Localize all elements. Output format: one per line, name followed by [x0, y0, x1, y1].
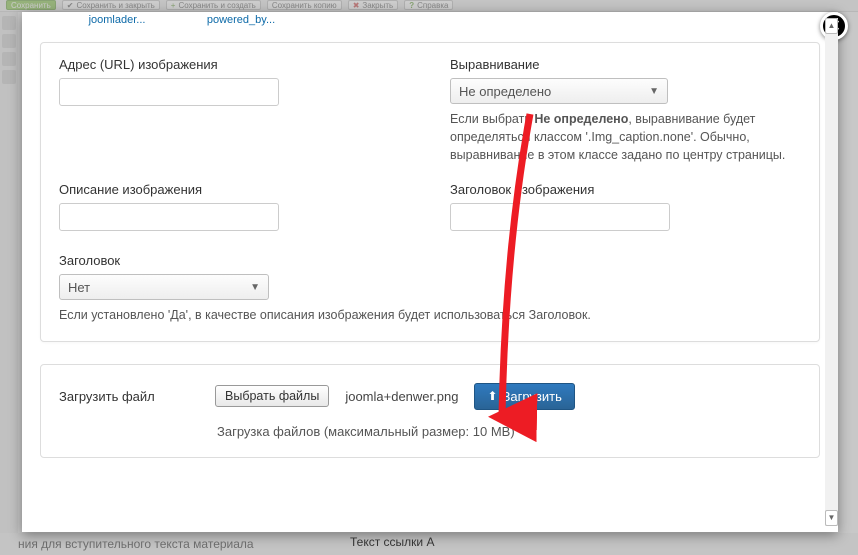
- thumbnail-item[interactable]: joomlader...: [66, 14, 168, 26]
- title-label: Заголовок изображения: [450, 182, 801, 197]
- url-label: Адрес (URL) изображения: [59, 57, 410, 72]
- url-input[interactable]: [59, 78, 279, 106]
- description-input[interactable]: [59, 203, 279, 231]
- align-help-text: Если выбрать Не определено, выравнивание…: [450, 110, 801, 164]
- upload-icon: ⬆: [487, 389, 497, 403]
- image-manager-modal: ✕ ▲ ▼ joomlader... powered_by... Адрес (…: [22, 12, 838, 532]
- image-properties-panel: Адрес (URL) изображения Выравнивание Не …: [40, 42, 820, 342]
- heading-help-text: Если установлено 'Да', в качестве описан…: [59, 306, 801, 324]
- upload-panel: Загрузить файл Выбрать файлы joomla+denw…: [40, 364, 820, 458]
- heading-label: Заголовок: [59, 253, 801, 268]
- chevron-down-icon: ▼: [250, 282, 260, 293]
- align-select[interactable]: Не определено ▼: [450, 78, 668, 104]
- description-label: Описание изображения: [59, 182, 410, 197]
- title-input[interactable]: [450, 203, 670, 231]
- thumbnail-label: powered_by...: [207, 14, 275, 26]
- thumbnail-label: joomlader...: [89, 14, 146, 26]
- heading-select-value: Нет: [68, 280, 90, 295]
- upload-button-label: Загрузить: [503, 389, 562, 404]
- upload-hint: Загрузка файлов (максимальный размер: 10…: [59, 424, 801, 439]
- scroll-up-icon: ▲: [826, 19, 837, 33]
- choose-files-button[interactable]: Выбрать файлы: [215, 385, 329, 407]
- selected-file-name: joomla+denwer.png: [345, 389, 458, 404]
- heading-select[interactable]: Нет ▼: [59, 274, 269, 300]
- thumbnail-row: joomlader... powered_by...: [40, 12, 820, 32]
- modal-scrollbar[interactable]: ▲ ▼: [825, 18, 838, 526]
- thumbnail-item[interactable]: powered_by...: [190, 14, 292, 26]
- scroll-down-icon: ▼: [826, 511, 837, 525]
- align-label: Выравнивание: [450, 57, 801, 72]
- upload-button[interactable]: ⬆ Загрузить: [474, 383, 574, 410]
- align-select-value: Не определено: [459, 84, 551, 99]
- upload-label: Загрузить файл: [59, 389, 199, 404]
- chevron-down-icon: ▼: [649, 86, 659, 97]
